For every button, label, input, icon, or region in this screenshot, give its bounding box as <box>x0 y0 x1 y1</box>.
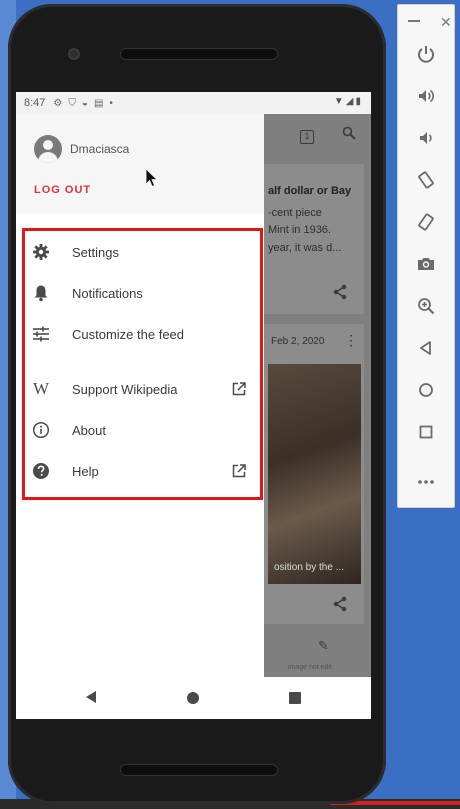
edit-label: image not edit <box>288 664 332 671</box>
home-icon[interactable] <box>412 376 440 404</box>
close-icon[interactable]: ✕ <box>440 14 452 31</box>
dot-status-icon: • <box>109 97 113 109</box>
status-bar: 8:47 ⚙ ⛉ ◒ ▤ • ▼◢▮ <box>16 92 371 114</box>
featured-image <box>268 364 361 584</box>
sd-card-status-icon: ▤ <box>93 97 104 109</box>
power-icon[interactable] <box>412 40 440 68</box>
rotate-left-icon[interactable] <box>412 166 440 194</box>
front-camera <box>68 48 80 60</box>
logout-button[interactable]: LOG OUT <box>34 184 91 196</box>
mouse-cursor-icon <box>145 168 158 188</box>
zoom-icon[interactable] <box>412 292 440 320</box>
shield-status-icon: ⛉ <box>68 97 76 109</box>
volume-up-icon[interactable] <box>412 82 440 110</box>
overview-icon[interactable] <box>412 418 440 446</box>
card-text-line: alf dollar or Bay <box>268 185 352 197</box>
top-speaker <box>120 48 278 60</box>
share-icon <box>332 596 348 615</box>
home-icon[interactable] <box>187 692 199 704</box>
image-caption: osition by the ... <box>274 562 345 573</box>
edit-icon: ✎ <box>318 638 329 653</box>
account-avatar-icon[interactable] <box>34 135 62 163</box>
camera-icon[interactable] <box>412 250 440 278</box>
back-icon[interactable] <box>86 691 96 703</box>
card-text-line: year, it was d... <box>268 242 342 254</box>
card-date: Feb 2, 2020 <box>271 336 325 347</box>
android-nav-bar <box>16 677 371 719</box>
overflow-menu-icon: ⋮ <box>344 332 358 348</box>
username[interactable]: Dmaciasca <box>70 142 129 156</box>
status-time: 8:47 <box>24 97 46 109</box>
more-options-icon[interactable] <box>412 468 440 496</box>
rotate-right-icon[interactable] <box>412 208 440 236</box>
card-text-line: Mint in 1936. <box>268 224 331 236</box>
card-text-line: -cent piece <box>268 207 322 219</box>
minimize-icon[interactable] <box>408 20 420 22</box>
android-status-icon: ◒ <box>81 97 88 109</box>
recents-icon[interactable] <box>289 692 301 704</box>
drawer-header: Dmaciasca LOG OUT <box>16 114 264 214</box>
search-icon <box>342 126 356 143</box>
back-icon[interactable] <box>412 334 440 362</box>
share-icon <box>332 284 348 303</box>
wifi-battery-icons: ▼◢▮ <box>333 96 363 107</box>
highlight-box <box>22 228 263 500</box>
tab-count-icon: 1 <box>300 130 314 144</box>
bottom-speaker <box>120 764 278 776</box>
settings-status-icon: ⚙ <box>53 97 63 109</box>
volume-down-icon[interactable] <box>412 124 440 152</box>
